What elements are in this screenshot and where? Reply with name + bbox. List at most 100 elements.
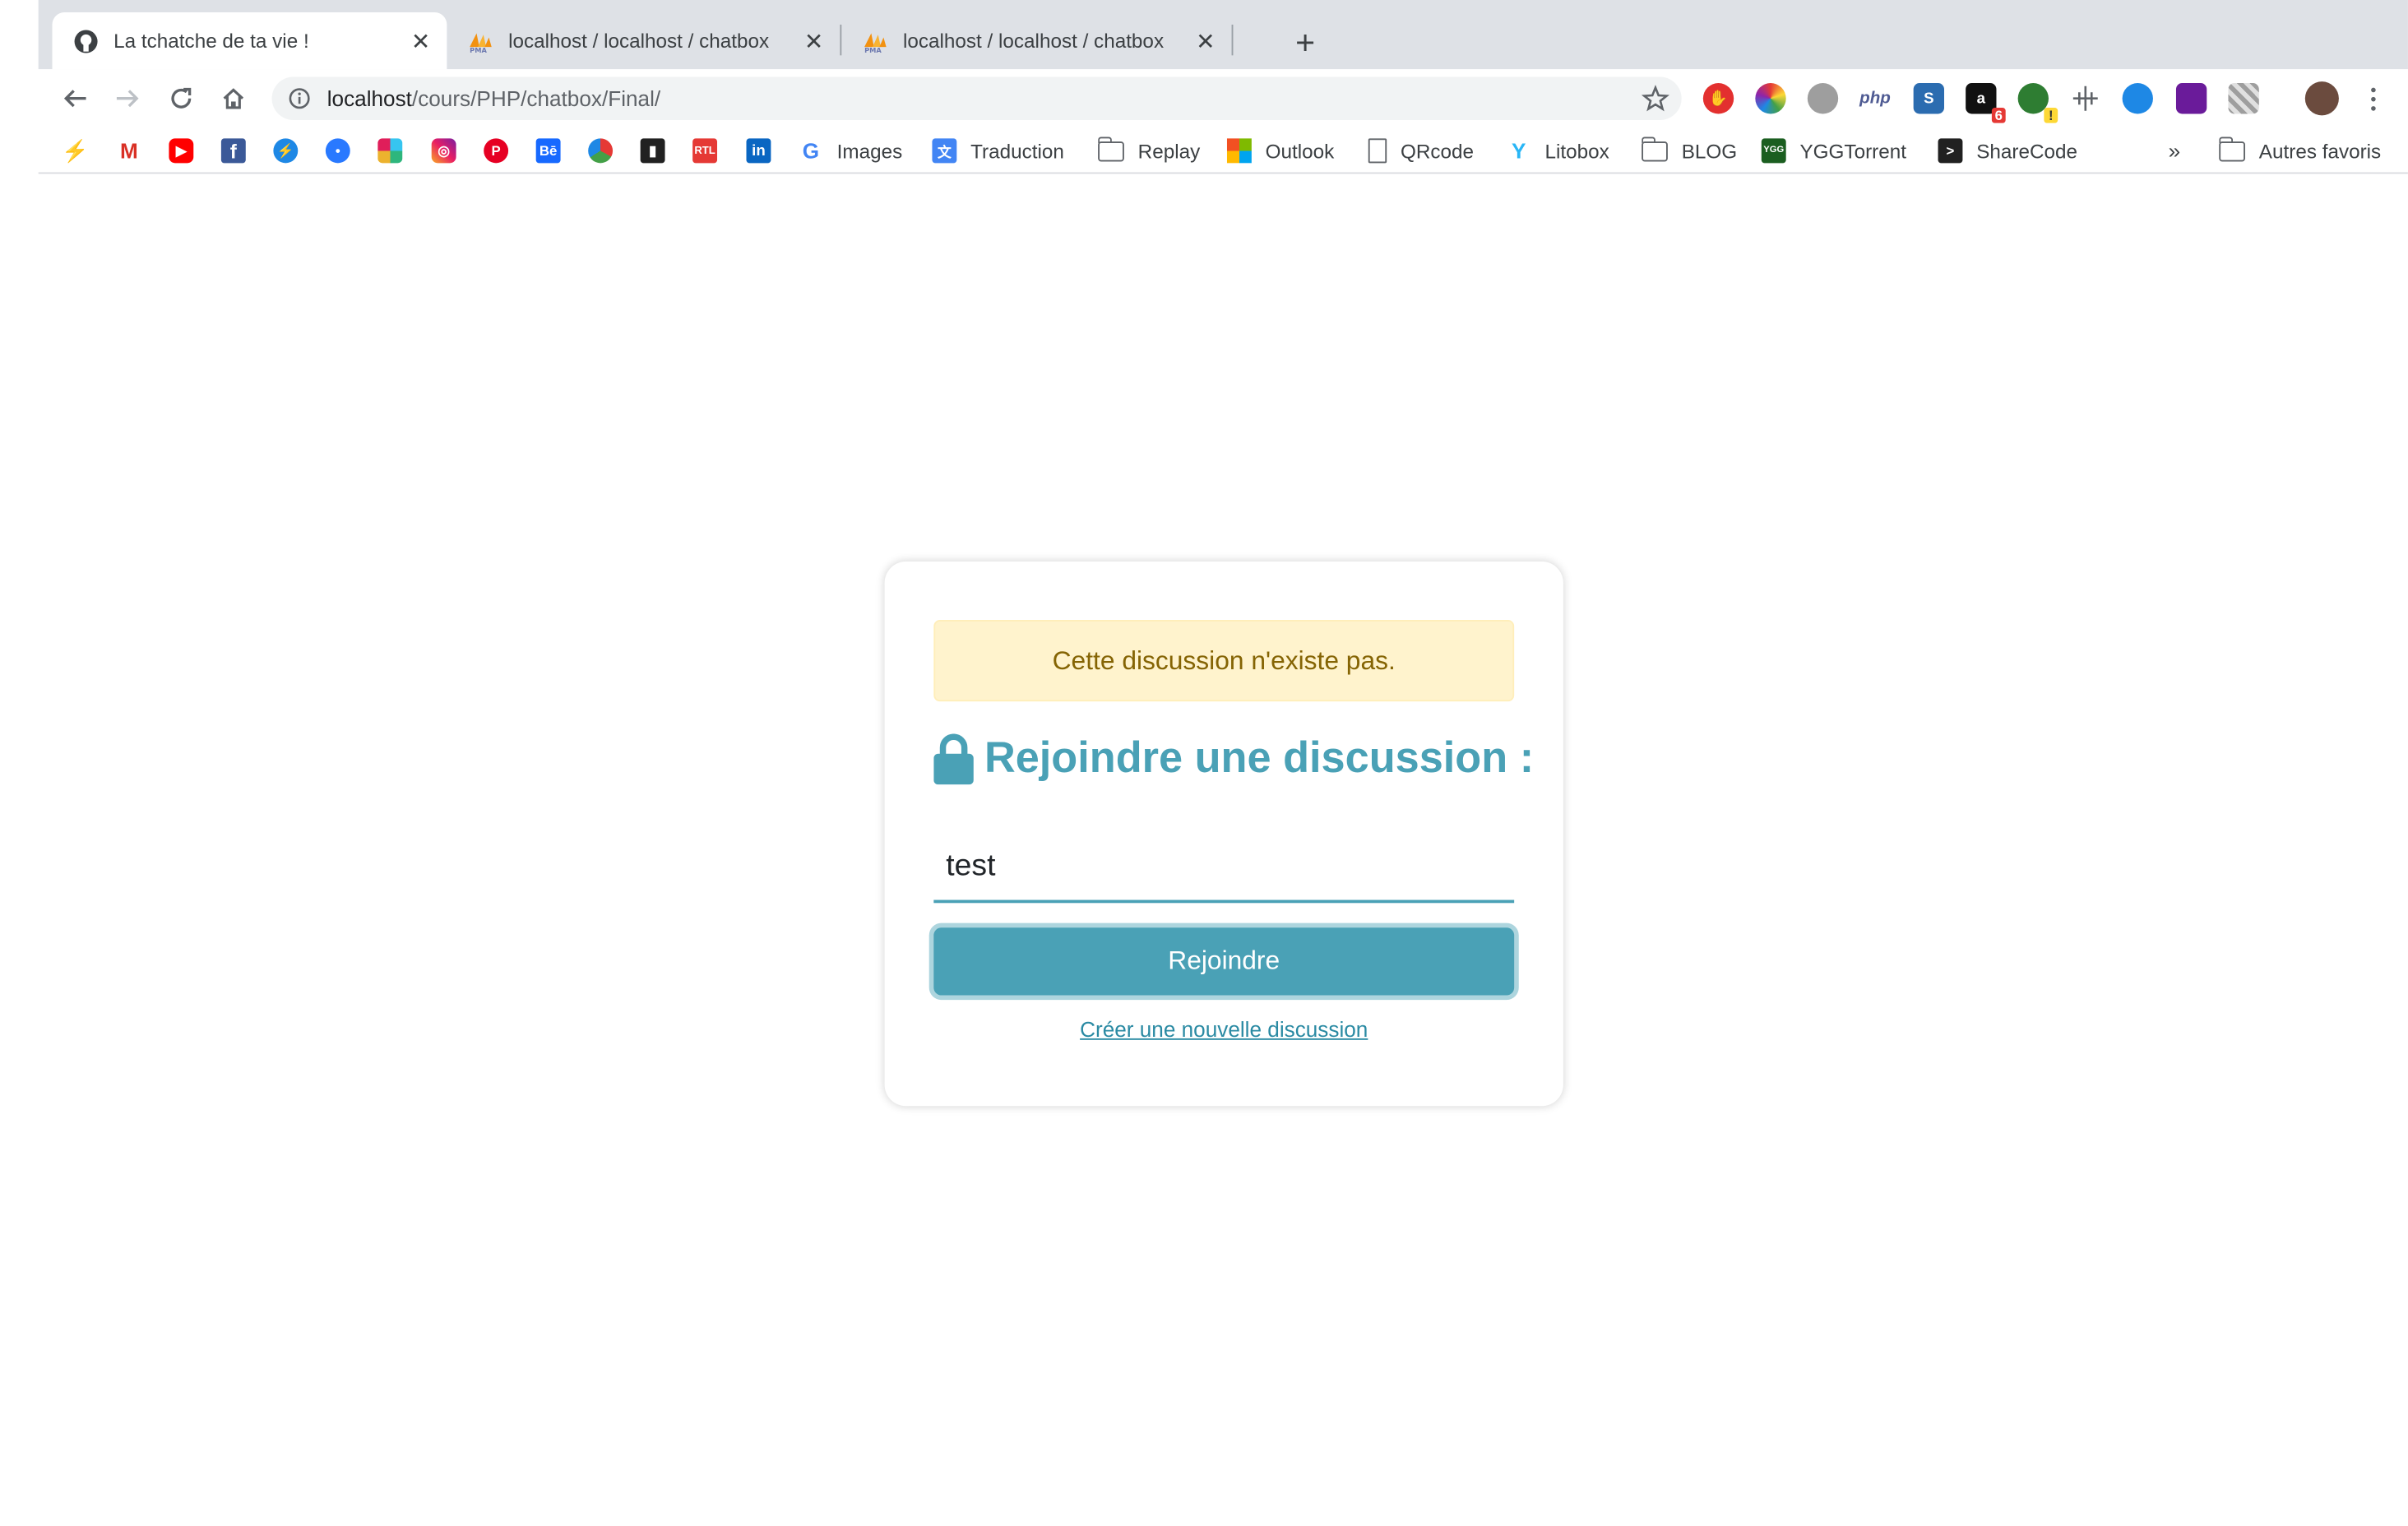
reload-icon (171, 87, 192, 109)
url-host: localhost (326, 86, 412, 111)
bookmark-pinterest[interactable]: P (484, 137, 509, 165)
bookmark-blog[interactable]: BLOG (1641, 136, 1737, 165)
forward-button[interactable] (106, 77, 149, 120)
new-tab-button[interactable]: + (1284, 21, 1327, 64)
bookmark-outlook[interactable]: Outlook (1226, 137, 1335, 165)
github-icon (74, 29, 99, 53)
url-path: /cours/PHP/chatbox/Final/ (411, 86, 661, 111)
grey-circle-extension-icon[interactable] (1807, 83, 1839, 114)
bookmarks-bar: ⚡ M ▶ f ⚡ • ◎ P Bē ▮ RTL in G Images 文 Tra… (38, 127, 2408, 174)
bookmark-globe[interactable] (588, 137, 614, 165)
crosshair-extension-icon[interactable] (2070, 83, 2100, 113)
bookmark-behance[interactable]: Bē (535, 137, 561, 165)
google-icon: G (802, 138, 820, 164)
bookmark-messenger[interactable]: ⚡ (273, 137, 299, 165)
globe-extension-icon[interactable]: ! (2017, 83, 2058, 123)
info-icon[interactable] (287, 86, 312, 111)
behance-icon: Bē (535, 138, 561, 164)
amazon-badge: 6 (1991, 107, 2006, 123)
bookmark-facebook[interactable]: f (220, 137, 246, 165)
bookmark-star-icon[interactable] (1641, 85, 1670, 113)
svg-text:PMA: PMA (864, 45, 882, 53)
adblock-extension-icon[interactable]: ✋ (1702, 83, 1734, 114)
tab-title: localhost / localhost / chatbox (508, 29, 770, 53)
colorpicker-extension-icon[interactable] (1755, 83, 1786, 114)
reload-button[interactable] (160, 77, 202, 120)
menu-dots-icon[interactable] (2357, 83, 2387, 113)
instagram-icon: ◎ (431, 138, 456, 164)
profile-avatar[interactable] (2304, 81, 2339, 116)
bookmark-slack[interactable] (377, 137, 403, 165)
phpmyadmin-icon: PMA (863, 29, 887, 53)
chart-bars-icon: ▮ (640, 138, 665, 164)
join-button[interactable]: Rejoindre (933, 927, 1515, 996)
pinterest-icon: P (484, 138, 509, 164)
tab-phpmyadmin-2[interactable]: PMA localhost / localhost / chatbox ✕ (841, 12, 1231, 69)
back-arrow-icon (63, 90, 86, 108)
linkedin-icon: in (746, 138, 771, 164)
facebook-icon: f (220, 138, 246, 164)
bookmark-sharecode[interactable]: > ShareCode (1938, 137, 2077, 165)
bookmark-label: Images (836, 139, 903, 163)
purple-extension-icon[interactable] (2175, 83, 2207, 114)
page-title: Rejoindre une discussion : (933, 728, 1534, 789)
bookmark-label: YGGTorrent (1799, 139, 1906, 163)
tab-phpmyadmin-1[interactable]: PMA localhost / localhost / chatbox ✕ (447, 12, 840, 69)
bookmark-images[interactable]: G Images (799, 137, 903, 165)
close-tab-icon[interactable]: ✕ (404, 24, 438, 58)
bookmark-label: Autres favoris (2258, 139, 2382, 163)
bookmark-instagram[interactable]: ◎ (431, 137, 456, 165)
bookmark-linkedin[interactable]: in (746, 137, 771, 165)
close-tab-icon[interactable]: ✕ (797, 24, 831, 58)
other-bookmarks[interactable]: Autres favoris (2218, 136, 2382, 165)
lock-icon (933, 733, 974, 784)
tab-active[interactable]: La tchatche de ta vie ! ✕ (52, 12, 447, 70)
bookmark-label: Replay (1137, 139, 1201, 163)
messenger-icon: ⚡ (273, 138, 299, 164)
bookmark-label: QRcode (1400, 139, 1475, 163)
page-icon (1368, 138, 1387, 164)
url-text[interactable]: localhost/cours/PHP/chatbox/Final/ (327, 86, 660, 111)
bookmark-youtube[interactable]: ▶ (169, 137, 194, 165)
bookmark-yggtorrent[interactable]: YGG YGGTorrent (1761, 137, 1906, 165)
bookmark-lightning[interactable]: ⚡ (62, 137, 89, 165)
edge-extension-icon[interactable] (2122, 83, 2153, 114)
translate-icon: 文 (932, 138, 957, 164)
folder-icon (2218, 136, 2245, 161)
globe-badge: ! (2044, 107, 2058, 123)
address-bar[interactable]: localhost/cours/PHP/chatbox/Final/ (271, 76, 1682, 120)
toolbar: localhost/cours/PHP/chatbox/Final/ ✋ php… (38, 69, 2408, 128)
create-discussion-link[interactable]: Créer une nouvelle discussion (933, 1017, 1514, 1042)
tab-title: localhost / localhost / chatbox (902, 29, 1165, 53)
bookmark-traduction[interactable]: 文 Traduction (932, 137, 1064, 165)
bookmark-label: Outlook (1265, 139, 1335, 163)
php-extension-icon[interactable]: php (1859, 83, 1891, 113)
bookmark-chat[interactable]: • (325, 137, 350, 165)
lightning-icon: ⚡ (62, 137, 89, 163)
slack-icon (377, 138, 403, 164)
microsoft-icon (1226, 138, 1252, 164)
home-button[interactable] (212, 77, 255, 120)
phpmyadmin-icon: PMA (469, 29, 493, 53)
bookmark-gmail[interactable]: M (117, 137, 141, 165)
qrcode-extension-icon[interactable] (2228, 83, 2259, 114)
terminal-icon: > (1938, 138, 1963, 164)
folder-icon (1097, 136, 1124, 161)
s-extension-icon[interactable]: S (1913, 83, 1945, 114)
amazon-extension-icon[interactable]: a 6 (1966, 83, 2006, 123)
bookmark-replay[interactable]: Replay (1097, 136, 1201, 165)
heading-text: Rejoindre une discussion : (984, 733, 1535, 782)
youtube-icon: ▶ (169, 138, 194, 164)
bookmark-label: Litobox (1544, 139, 1609, 163)
close-tab-icon[interactable]: ✕ (1188, 24, 1222, 58)
bookmark-rtl[interactable]: RTL (692, 137, 718, 165)
bookmark-qrcode[interactable]: QRcode (1368, 137, 1474, 165)
more-bookmarks-button[interactable]: » (2169, 137, 2181, 165)
back-button[interactable] (53, 77, 96, 120)
discussion-input[interactable] (933, 832, 1515, 904)
gmail-icon: M (119, 138, 138, 164)
bookmark-litobox[interactable]: Y Litobox (1507, 137, 1609, 165)
bookmark-dark[interactable]: ▮ (640, 137, 665, 165)
litobox-icon: Y (1512, 138, 1526, 164)
globe-icon (588, 138, 614, 164)
